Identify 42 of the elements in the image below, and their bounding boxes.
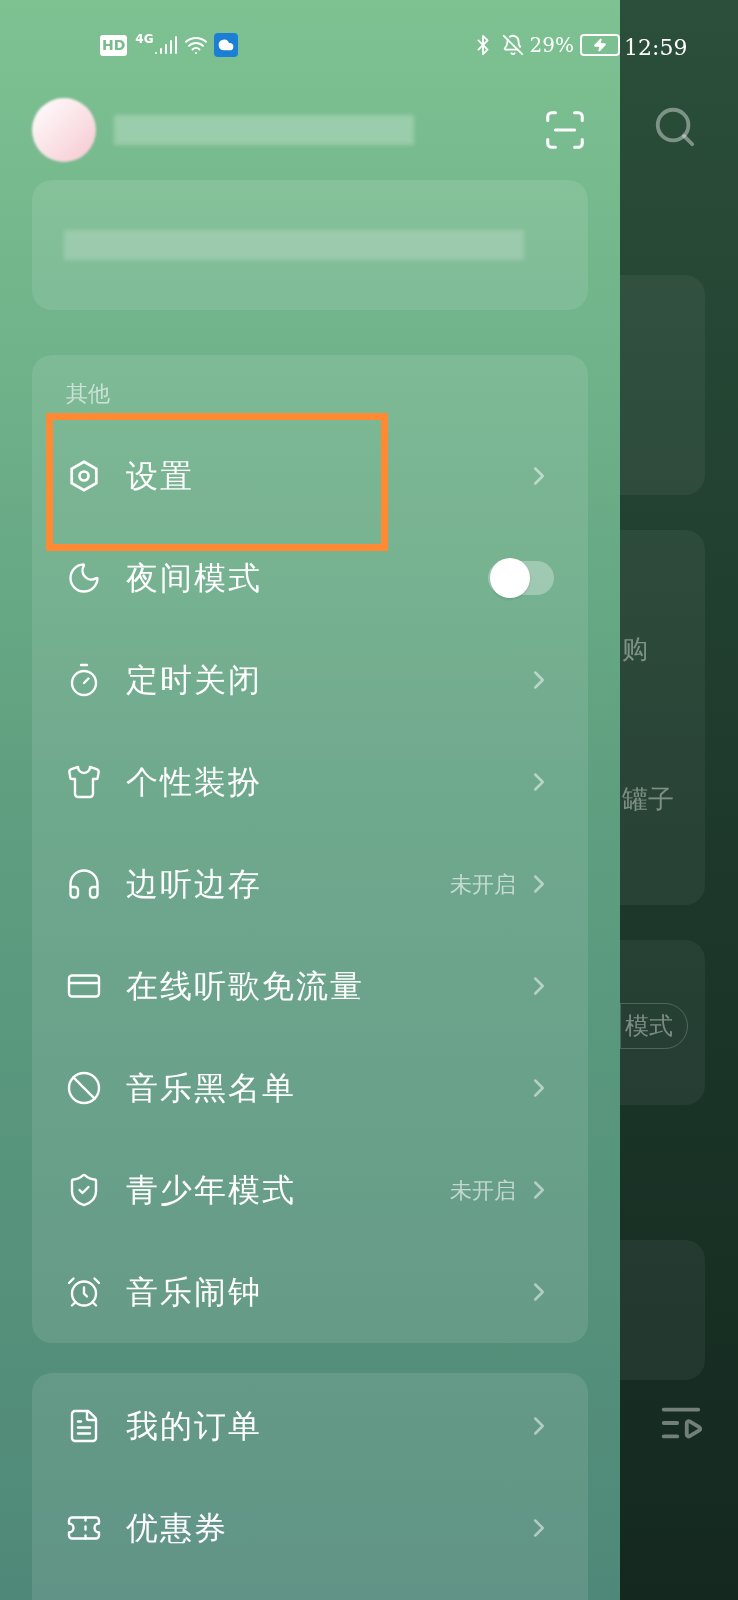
- menu-label: 音乐闹钟: [126, 1272, 262, 1313]
- menu-label: 音乐黑名单: [126, 1068, 296, 1109]
- menu-item[interactable]: 个性装扮: [32, 731, 588, 833]
- background-text: 购: [622, 633, 648, 666]
- menu-label: 优惠券: [126, 1508, 228, 1549]
- status-text: 未开启: [450, 1176, 516, 1205]
- ban-icon: [66, 1070, 102, 1106]
- menu-item[interactable]: 音乐闹钟: [32, 1241, 588, 1343]
- status-text: 未开启: [450, 870, 516, 899]
- section-title: 其他: [65, 380, 111, 408]
- menu-label: 我的订单: [126, 1406, 262, 1447]
- menu-label: 夜间模式: [126, 558, 262, 599]
- bell-off-icon: [501, 34, 524, 56]
- menu-item[interactable]: 我的订单: [32, 1375, 588, 1477]
- menu-label: 在线听歌免流量: [126, 966, 364, 1007]
- menu-label: 定时关闭: [126, 660, 262, 701]
- menu-item[interactable]: 设置: [32, 425, 588, 527]
- status-time: 12:59: [624, 34, 688, 62]
- menu-item[interactable]: 定时关闭: [32, 629, 588, 731]
- menu-label: 个性装扮: [126, 762, 262, 803]
- weather-icon: [213, 33, 238, 57]
- hd-badge: HD: [100, 34, 128, 56]
- menu-label: 设置: [126, 456, 194, 497]
- headphones-icon: [66, 866, 102, 902]
- menu-label: 边听边存: [126, 864, 262, 905]
- night-mode-switch[interactable]: [488, 561, 554, 595]
- avatar: [32, 98, 96, 162]
- menu-item[interactable]: 音乐黑名单: [32, 1037, 588, 1139]
- menu-item[interactable]: 边听边存 未开启: [32, 833, 588, 935]
- network-text: 4G: [135, 31, 154, 48]
- signal-icon: [153, 33, 178, 57]
- background-text: 罐子: [622, 783, 674, 816]
- battery-icon: [580, 34, 620, 56]
- alarm-clock-icon: [66, 1274, 102, 1310]
- menu-label: 青少年模式: [126, 1170, 296, 1211]
- menu-item[interactable]: 青少年模式 未开启: [32, 1139, 588, 1241]
- battery-percent: 29%: [529, 32, 574, 59]
- menu-item[interactable]: 优惠券: [32, 1477, 588, 1579]
- shirt-icon: [66, 764, 102, 800]
- menu-item[interactable]: 在线听歌免流量: [32, 935, 588, 1037]
- menu-item[interactable]: 夜间模式: [32, 527, 588, 629]
- moon-icon: [66, 560, 102, 596]
